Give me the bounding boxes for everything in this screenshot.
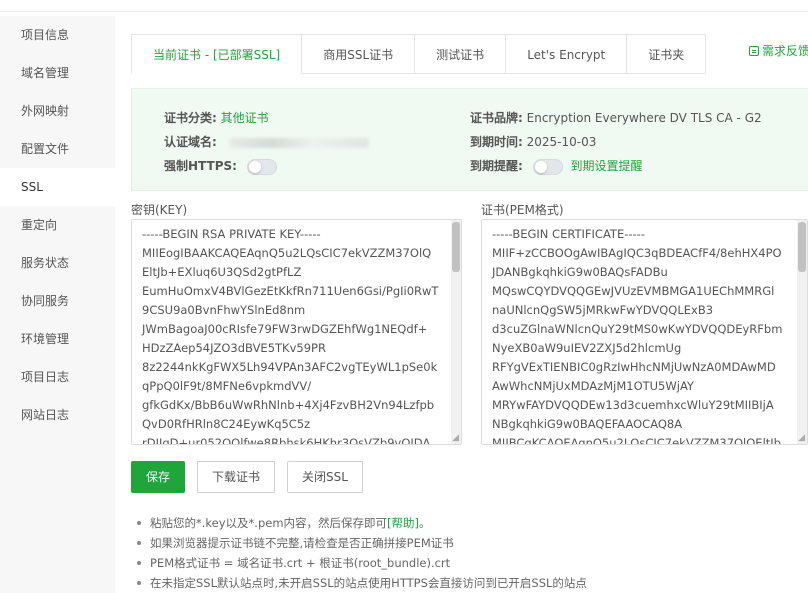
sidebar-item-port-mapping[interactable]: 外网映射 [0,92,115,130]
tab-lets-encrypt[interactable]: Let's Encrypt [506,34,628,74]
sidebar-item-project-info[interactable]: 项目信息 [0,16,115,54]
main-content: 当前证书 - [已部署SSL] 商用SSL证书 测试证书 Let's Encry… [115,16,808,593]
private-key-scroll-thumb[interactable] [452,222,460,272]
key-field-label: 密钥(KEY) [131,203,188,217]
tab-current-cert[interactable]: 当前证书 - [已部署SSL] [131,34,303,74]
cert-category-row: 证书分类: 其他证书 [164,109,269,126]
help-link[interactable]: [帮助] [387,516,419,530]
close-ssl-button[interactable]: 关闭SSL [287,461,363,493]
feedback-link[interactable]: 需求反馈 [749,42,808,59]
private-key-scrollbar[interactable] [451,220,461,444]
cert-expiry-label: 到期时间: [470,135,523,149]
expiry-reminder-label: 到期提醒: [470,159,523,173]
expiry-reminder-toggle[interactable] [532,158,563,175]
tab-cert-folder[interactable]: 证书夹 [627,34,707,74]
sidebar-item-redirect[interactable]: 重定向 [0,206,115,244]
tip-item: 如果浏览器提示证书链不完整,请检查是否正确拼接PEM证书 [135,533,587,553]
save-button[interactable]: 保存 [131,461,186,493]
cert-info-panel: 证书分类: 其他证书 认证域名: 强制HTTPS: 证书品牌: Encrypti… [131,88,808,191]
feedback-label: 需求反馈 [762,44,808,58]
cert-brand-value: Encryption Everywhere DV TLS CA - G2 [526,111,762,125]
sidebar-item-project-log[interactable]: 项目日志 [0,358,115,396]
download-cert-button[interactable]: 下载证书 [197,461,276,493]
private-key-textarea[interactable]: -----BEGIN RSA PRIVATE KEY----- MIIEogIB… [131,219,462,445]
cert-expiry-value: 2025-10-03 [526,135,597,149]
ssl-tabs: 当前证书 - [已部署SSL] 商用SSL证书 测试证书 Let's Encry… [131,34,707,74]
sidebar-item-domain-management[interactable]: 域名管理 [0,54,115,92]
certificate-scrollbar[interactable] [797,220,807,444]
cert-category-value: 其他证书 [220,111,269,125]
tip1-text: 粘贴您的*.key以及*.pem内容，然后保存即可 [150,516,388,530]
resize-grip-icon[interactable]: ◢ [798,434,805,443]
certificate-textarea[interactable]: -----BEGIN CERTIFICATE----- MIIF+zCCBOOg… [481,219,808,445]
window-title-strip [0,0,808,12]
private-key-content: -----BEGIN RSA PRIVATE KEY----- MIIEogIB… [142,227,439,445]
tab-commercial-ssl[interactable]: 商用SSL证书 [302,34,416,74]
feedback-icon [749,46,759,56]
sidebar: 项目信息 域名管理 外网映射 配置文件 SSL 重定向 服务状态 协同服务 环境… [0,16,115,593]
force-https-toggle[interactable] [246,158,277,175]
tab-test-cert[interactable]: 测试证书 [415,34,507,74]
cert-field-label: 证书(PEM格式) [481,203,564,217]
tip-item: 在未指定SSL默认站点时,未开启SSL的站点使用HTTPS会直接访问到已开启SS… [135,573,587,593]
sidebar-item-env-management[interactable]: 环境管理 [0,320,115,358]
tips-list: 粘贴您的*.key以及*.pem内容，然后保存即可[帮助]。 如果浏览器提示证书… [135,513,587,593]
cert-domain-label: 认证域名: [164,135,217,149]
tip1-suffix: 。 [419,516,431,530]
sidebar-item-site-log[interactable]: 网站日志 [0,396,115,434]
ssl-dialog: 项目信息 域名管理 外网映射 配置文件 SSL 重定向 服务状态 协同服务 环境… [0,0,808,593]
cert-domain-redacted [228,137,369,148]
cert-brand-label: 证书品牌: [470,111,523,125]
certificate-scroll-thumb[interactable] [798,222,806,272]
expiry-reminder-link[interactable]: 到期设置提醒 [570,159,642,173]
sidebar-item-collab-service[interactable]: 协同服务 [0,282,115,320]
cert-domain-row: 认证域名: [164,133,369,150]
cert-brand-row: 证书品牌: Encryption Everywhere DV TLS CA - … [470,109,762,126]
expiry-reminder-row: 到期提醒: 到期设置提醒 [470,157,642,175]
force-https-row: 强制HTTPS: [164,157,277,175]
sidebar-item-config-file[interactable]: 配置文件 [0,130,115,168]
tip-item: 粘贴您的*.key以及*.pem内容，然后保存即可[帮助]。 [135,513,587,533]
certificate-content: -----BEGIN CERTIFICATE----- MIIF+zCCBOOg… [492,227,783,445]
cert-expiry-row: 到期时间: 2025-10-03 [470,133,596,150]
sidebar-item-service-status[interactable]: 服务状态 [0,244,115,282]
cert-category-label: 证书分类: [164,111,217,125]
force-https-label: 强制HTTPS: [164,159,237,173]
resize-grip-icon[interactable]: ◢ [452,434,459,443]
tip-item: PEM格式证书 = 域名证书.crt + 根证书(root_bundle).cr… [135,553,587,573]
sidebar-item-ssl[interactable]: SSL [0,168,115,206]
